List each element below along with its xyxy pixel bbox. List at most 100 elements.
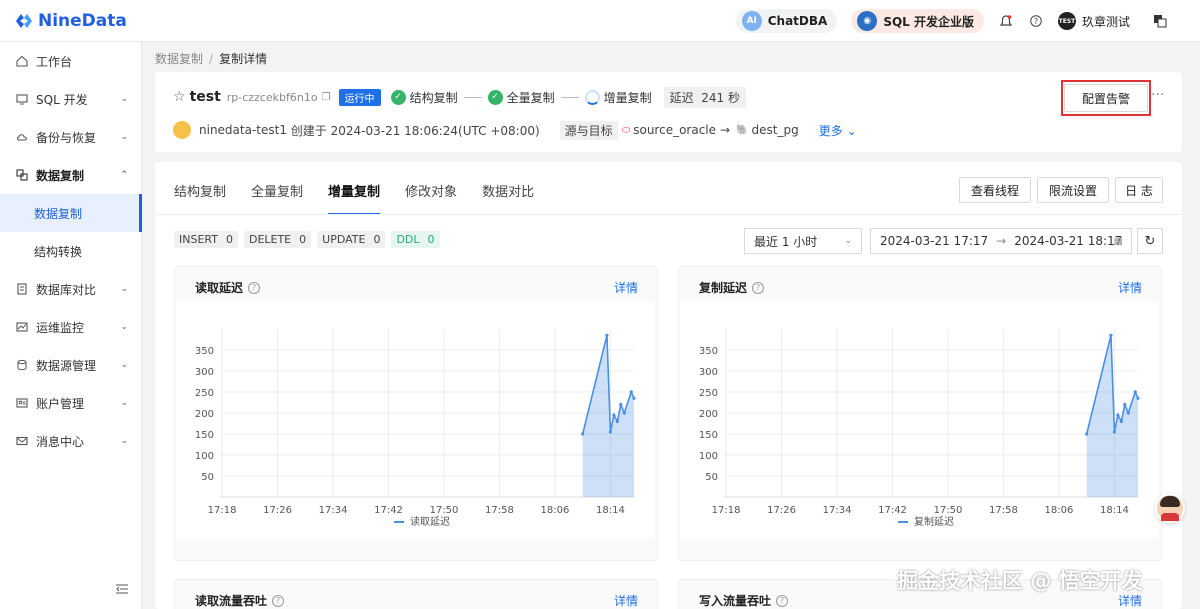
svg-text:?: ? [1034,17,1038,26]
data-point [1116,413,1120,417]
monitor-icon [16,93,28,105]
target-name[interactable]: dest_pg [752,123,799,137]
panel-title: 复制延迟 [699,281,748,295]
task-id: rp-czzcekbf6n1o [226,90,318,104]
view-threads-button[interactable]: 查看线程 [959,177,1031,203]
sidebar-item-label: 备份与恢复 [36,130,97,145]
sidebar-item-label: 工作台 [36,54,73,69]
sidebar-item-replication[interactable]: 数据复制 ⌃ [0,156,142,194]
sidebar-item-messages[interactable]: 消息中心 ⌄ [0,422,142,460]
sidebar-item-datasource[interactable]: 数据源管理 ⌄ [0,346,142,384]
delay-badge: 延迟 241 秒 [663,86,746,108]
loading-icon [584,89,600,105]
avatar-body [1161,513,1179,521]
x-tick-label: 18:14 [1100,505,1129,516]
cloud-icon [16,131,28,143]
delay-value: 241 秒 [701,90,740,105]
sidebar-subitem-schema-convert[interactable]: 结构转换 [0,232,142,270]
sidebar-item-ops-monitor[interactable]: 运维监控 ⌄ [0,308,142,346]
tab-divider [155,214,1182,215]
time-range-value: 最近 1 小时 [754,234,818,249]
detail-link[interactable]: 详情 [614,279,638,296]
replicate-icon [16,169,28,181]
source-target-label: 源与目标 [559,120,618,140]
breadcrumb-parent[interactable]: 数据复制 [155,52,203,66]
copy-icon[interactable]: ❐ [322,92,331,103]
stat-label: DDL [396,233,420,246]
time-range-select[interactable]: 最近 1 小时 ⌄ [744,228,862,254]
sidebar-item-db-compare[interactable]: 数据库对比 ⌄ [0,270,142,308]
customer-service-avatar[interactable] [1155,493,1185,523]
help-icon[interactable]: ? [752,281,765,294]
x-tick-label: 18:06 [541,505,570,516]
x-tick-label: 17:26 [767,505,796,516]
stat-insert: INSERT 0 [174,231,238,248]
throttle-settings-button[interactable]: 限流设置 [1037,177,1109,203]
x-tick-label: 17:58 [485,505,514,516]
y-tick-label: 250 [195,388,214,399]
y-tick-label: 100 [699,451,718,462]
x-tick-label: 17:34 [823,505,852,516]
tab-modify-objects[interactable]: 修改对象 [405,181,457,215]
data-point [622,411,626,415]
more-label: 更多 [818,123,843,138]
sidebar-item-sql-dev[interactable]: SQL 开发 ⌄ [0,80,142,118]
stats-bar: INSERT 0 DELETE 0 UPDATE 0 DDL 0 [174,231,446,248]
y-tick-label: 50 [201,472,214,483]
data-point [1136,396,1140,400]
stat-value: 0 [373,233,381,246]
sidebar-item-backup[interactable]: 备份与恢复 ⌄ [0,118,142,156]
tab-incremental[interactable]: 增量复制 [328,181,381,215]
data-point [632,396,636,400]
chevron-down-icon: ⌄ [844,236,852,246]
stat-label: DELETE [248,233,292,246]
logo[interactable]: NineData [14,11,127,31]
language-icon[interactable] [1152,13,1168,29]
panel-title: 写入流量吞吐 [699,594,772,608]
configure-alert-button[interactable]: 配置告警 [1064,84,1148,112]
help-icon[interactable]: ? [1028,13,1044,29]
tab-bar: 结构复制 全量复制 增量复制 修改对象 数据对比 [174,181,559,215]
sidebar-item-account[interactable]: 账户管理 ⌄ [0,384,142,422]
tab-data-compare[interactable]: 数据对比 [482,181,534,215]
source-name[interactable]: source_oracle [633,123,716,137]
top-bar: NineData AI ChatDBA ◉ SQL 开发企业版 ? TEST 玖… [0,0,1200,42]
data-point [629,390,633,394]
sidebar-item-workbench[interactable]: 工作台 [0,42,142,80]
user-menu[interactable]: TEST 玖章测试 [1057,12,1130,30]
date-range-picker[interactable]: 2024-03-21 17:17 → 2024-03-21 18:17 ▦ [870,228,1132,254]
help-icon[interactable]: ? [272,594,285,607]
step-label: 结构复制 [409,90,458,105]
detail-link[interactable]: 详情 [1118,279,1142,296]
collapse-sidebar-icon[interactable] [116,583,128,597]
x-tick-label: 17:42 [374,505,403,516]
postgres-icon: 🐘 [736,124,749,136]
mail-icon [16,435,28,447]
stat-ddl: DDL 0 [391,231,440,248]
home-icon [16,55,28,67]
step-incremental: 增量复制 [584,89,652,106]
sql-enterprise-button[interactable]: ◉ SQL 开发企业版 [851,9,984,33]
stat-value: 0 [299,233,307,246]
x-tick-label: 17:18 [208,505,237,516]
more-options-icon[interactable]: ··· [1151,87,1164,103]
x-tick-label: 17:26 [263,505,292,516]
sidebar-subitem-replication[interactable]: 数据复制 [0,194,142,232]
bell-icon[interactable] [998,13,1014,29]
oracle-icon: ⬭ [621,124,631,136]
star-icon[interactable]: ☆ [173,89,186,105]
help-icon[interactable]: ? [248,281,261,294]
log-button[interactable]: 日 志 [1115,177,1163,203]
help-icon[interactable]: ? [776,594,789,607]
refresh-icon[interactable]: ↻ [1137,228,1163,254]
tab-full[interactable]: 全量复制 [251,181,303,215]
more-link[interactable]: 更多 ⌄ [819,122,857,139]
y-tick-label: 300 [699,367,718,378]
sidebar-item-label: 结构转换 [34,244,83,259]
detail-link[interactable]: 详情 [614,592,638,609]
database-icon [16,359,28,371]
y-tick-label: 50 [705,472,718,483]
tab-schema[interactable]: 结构复制 [174,181,226,215]
chatdba-button[interactable]: AI ChatDBA [735,9,838,33]
stat-label: INSERT [179,233,218,246]
